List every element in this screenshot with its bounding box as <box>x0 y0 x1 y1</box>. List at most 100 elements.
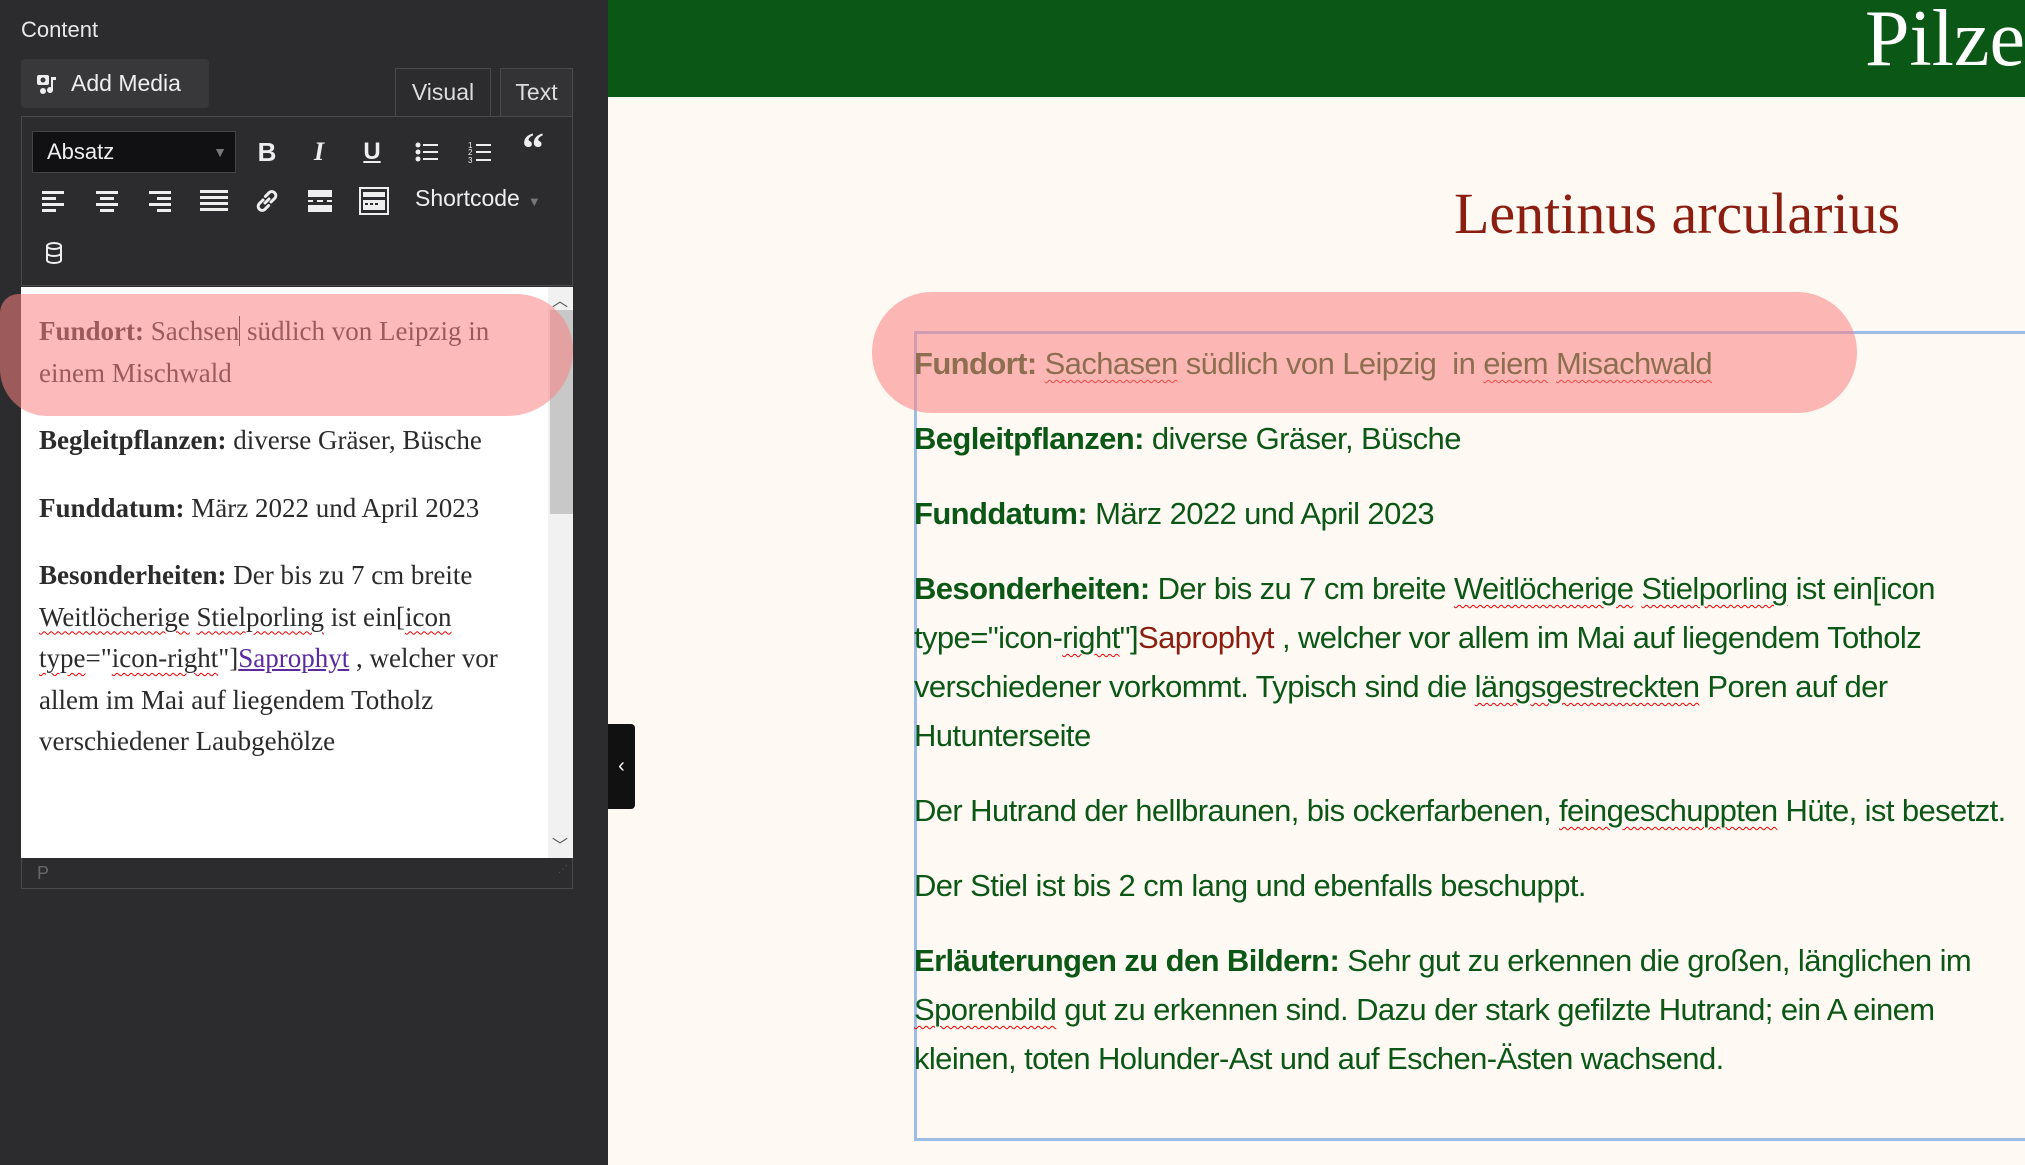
insert-link-button[interactable] <box>250 184 284 218</box>
numbered-list-icon: 123 <box>468 141 491 164</box>
text: im <box>1939 943 1972 978</box>
underline-icon: U <box>363 138 381 165</box>
preview-paragraph: Funddatum: März 2022 und April 2023 <box>914 489 2014 538</box>
text: ist ein[ <box>330 601 406 632</box>
read-more-icon <box>308 190 332 212</box>
editor-scrollbar[interactable]: ︿ ﹀ <box>548 287 573 858</box>
format-select-value: Absatz <box>47 139 115 164</box>
misspelled-word[interactable]: Stielporling <box>197 602 325 632</box>
scrollbar-thumb[interactable] <box>550 310 573 514</box>
site-header: Pilze <box>608 0 2025 97</box>
tab-text[interactable]: Text <box>500 68 573 116</box>
misspelled-word: Misachwald <box>1556 346 1713 381</box>
add-media-label: Add Media <box>71 70 181 96</box>
editor-toolbar: Absatz ▼ B I U 123 “ Shortcode ▼ <box>21 116 573 286</box>
align-center-button[interactable] <box>90 184 124 218</box>
tab-visual[interactable]: Visual <box>395 68 491 116</box>
text: "] <box>218 643 239 673</box>
text: diverse Gräser, Büsche <box>233 425 482 455</box>
misspelled-word: Sachasen <box>1044 346 1179 381</box>
editor-panel: Content Add Media Visual Text Absatz ▼ B … <box>0 0 608 1165</box>
align-left-button[interactable] <box>36 184 70 218</box>
misspelled-word[interactable]: icon-right <box>112 643 218 673</box>
preview-paragraph: Begleitpflanzen: diverse Gräser, Büsche <box>914 414 2014 463</box>
text: "] <box>1119 620 1139 655</box>
misspelled-word: Stielporling <box>1641 571 1788 606</box>
quote-icon: “ <box>522 124 544 173</box>
bullet-list-button[interactable] <box>410 135 444 169</box>
numbered-list-button[interactable]: 123 <box>463 135 497 169</box>
text: gut zu erkennen sind. Dazu der stark gef… <box>1064 992 1846 1027</box>
bullet-list-icon <box>415 142 438 162</box>
label: Besonderheiten: <box>39 560 227 590</box>
bold-icon: B <box>257 136 277 167</box>
text: Sachsen <box>150 316 240 346</box>
text-cursor <box>239 316 241 346</box>
label: Erläuterungen zu den Bildern: <box>914 943 1340 978</box>
text: vorkommt. Typisch sind die <box>1108 669 1467 704</box>
text: =" <box>85 643 112 673</box>
scroll-up-icon[interactable]: ︿ <box>552 287 568 311</box>
misspelled-word: Weitlöcherige <box>1453 571 1634 606</box>
misspelled-word[interactable]: icon <box>405 602 452 632</box>
label: Fundort: <box>914 346 1037 381</box>
collapse-panel-button[interactable]: ‹ <box>608 724 635 809</box>
blockquote-button[interactable]: “ <box>516 124 550 173</box>
text: Der bis zu 7 cm breite <box>233 560 473 590</box>
format-select[interactable]: Absatz ▼ <box>32 131 236 173</box>
paragraph-fundort: Fundort: Sachsen südlich von Leipzig in … <box>39 311 539 394</box>
misspelled-word: feingeschuppten <box>1558 793 1778 828</box>
text: März 2022 und April 2023 <box>191 492 480 523</box>
misspelled-word: längsgestreckten <box>1474 669 1700 704</box>
element-path[interactable]: P <box>37 863 49 883</box>
italic-button[interactable]: I <box>302 135 336 169</box>
chevron-down-icon: ▼ <box>213 144 227 160</box>
misspelled-word: right <box>1062 620 1120 655</box>
text: Sehr gut zu erkennen die großen, länglic… <box>1347 943 1932 978</box>
misspelled-word[interactable]: type <box>39 643 86 673</box>
database-button[interactable] <box>37 236 71 270</box>
justify-button[interactable] <box>197 184 231 218</box>
paragraph-besonderheiten: Besonderheiten: Der bis zu 7 cm breite W… <box>39 555 539 763</box>
preview-paragraph: Der Stiel ist bis 2 cm lang und ebenfall… <box>914 861 2014 910</box>
misspelled-word[interactable]: Weitlöcherige <box>39 602 190 632</box>
toolbar-toggle-button[interactable] <box>357 184 391 218</box>
read-more-button[interactable] <box>303 184 337 218</box>
saprophyt-link[interactable]: Saprophyt <box>1138 620 1275 655</box>
editor-status-bar: P ⋰ <box>21 858 573 889</box>
text: besetzt. <box>1901 793 2006 828</box>
label: Begleitpflanzen: <box>914 421 1144 456</box>
align-right-icon <box>149 191 171 212</box>
align-right-button[interactable] <box>143 184 177 218</box>
preview-content: Fundort: Sachasen südlich von Leipzig in… <box>914 331 2014 1109</box>
label: Begleitpflanzen: <box>39 425 227 455</box>
text: Hüte, ist <box>1785 793 1895 828</box>
svg-text:3: 3 <box>468 156 473 164</box>
text: Der bis zu 7 cm breite <box>1157 571 1447 606</box>
text: Der Stiel ist bis 2 cm lang und ebenfall… <box>914 868 1586 903</box>
align-center-icon <box>96 191 118 212</box>
add-media-button[interactable]: Add Media <box>21 59 209 108</box>
bold-button[interactable]: B <box>250 135 284 169</box>
paragraph-begleitpflanzen: Begleitpflanzen: diverse Gräser, Büsche <box>39 420 539 462</box>
saprophyt-link[interactable]: Saprophyt <box>238 643 349 673</box>
preview-paragraph: Der Hutrand der hellbraunen, bis ockerfa… <box>914 786 2014 835</box>
justify-icon <box>200 190 228 211</box>
text: diverse Gräser, Büsche <box>1151 421 1462 456</box>
shortcode-dropdown[interactable]: Shortcode ▼ <box>415 185 541 212</box>
scroll-down-icon[interactable]: ﹀ <box>552 832 568 856</box>
label: Funddatum: <box>39 492 185 523</box>
underline-button[interactable]: U <box>355 135 389 169</box>
paragraph-funddatum: Funddatum: März 2022 und April 2023 <box>39 488 539 530</box>
keyboard-icon <box>359 187 389 215</box>
label-fundort: Fundort: <box>39 316 145 346</box>
site-title[interactable]: Pilze <box>1865 0 2025 84</box>
shortcode-label: Shortcode <box>415 185 520 211</box>
resize-grip-icon[interactable]: ⋰ <box>558 855 568 885</box>
editor-content-area[interactable]: Fundort: Sachsen südlich von Leipzig in … <box>21 287 573 858</box>
preview-paragraph: Erläuterungen zu den Bildern: Sehr gut z… <box>914 936 2014 1083</box>
page-title: Lentinus arcularius <box>1454 181 1901 246</box>
link-icon <box>256 190 278 212</box>
preview-paragraph: Besonderheiten: Der bis zu 7 cm breite W… <box>914 564 2014 760</box>
text: Der Hutrand der hellbraunen, bis ockerfa… <box>914 793 1552 828</box>
